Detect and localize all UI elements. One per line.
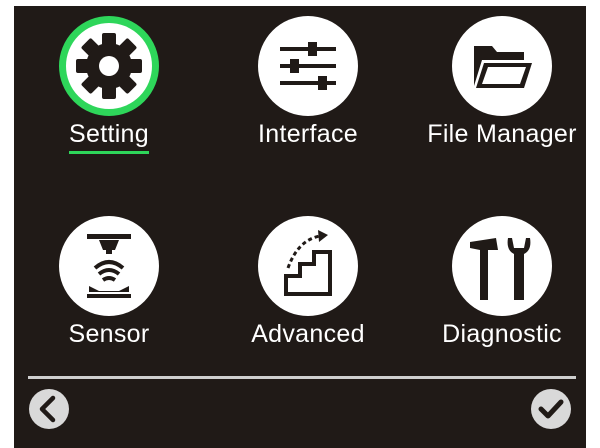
advanced-icon-button[interactable] — [258, 216, 358, 316]
stairs-icon — [284, 230, 332, 296]
sliders-icon — [280, 42, 336, 90]
menu-item-label: File Manager — [427, 120, 577, 148]
back-button[interactable] — [29, 389, 69, 429]
menu-item-diagnostic[interactable]: Diagnostic — [412, 216, 586, 351]
gear-icon — [76, 33, 142, 99]
interface-icon-button[interactable] — [258, 16, 358, 116]
menu-item-file-manager[interactable]: File Manager — [412, 16, 586, 181]
tools-icon — [470, 238, 531, 300]
sensor-icon-button[interactable] — [59, 216, 159, 316]
menu-screen: Setting Interface File Manager Sensor Ad… — [14, 6, 586, 448]
menu-item-sensor[interactable]: Sensor — [19, 216, 199, 351]
menu-item-label: Interface — [258, 120, 358, 148]
menu-item-label: Sensor — [68, 320, 150, 348]
file-manager-icon-button[interactable] — [452, 16, 552, 116]
menu-item-label: Diagnostic — [442, 320, 562, 348]
menu-item-label: Advanced — [251, 320, 365, 348]
checkmark-icon — [538, 399, 564, 419]
menu-item-interface[interactable]: Interface — [218, 16, 398, 181]
menu-item-label: Setting — [19, 120, 199, 154]
folder-icon — [474, 46, 532, 88]
menu-item-advanced[interactable]: Advanced — [218, 216, 398, 351]
diagnostic-icon-button[interactable] — [452, 216, 552, 316]
confirm-button[interactable] — [531, 389, 571, 429]
sensor-icon — [87, 234, 131, 298]
menu-item-setting[interactable]: Setting — [19, 16, 199, 181]
chevron-left-icon — [39, 395, 56, 423]
footer-divider — [28, 376, 576, 379]
setting-icon-button[interactable] — [59, 16, 159, 116]
